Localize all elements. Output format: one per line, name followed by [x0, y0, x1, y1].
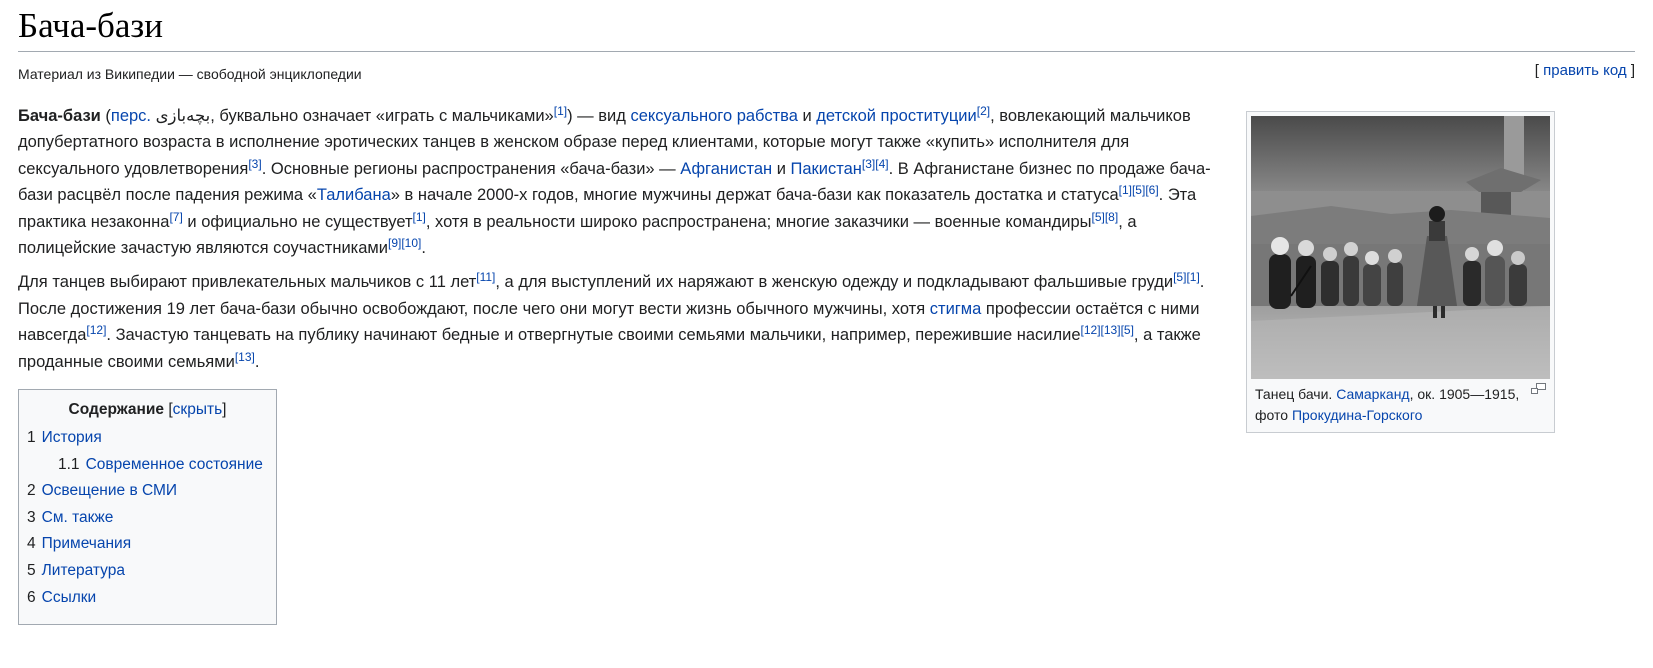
- reference-link[interactable]: [11]: [476, 270, 495, 284]
- reference-link[interactable]: [3]: [248, 157, 261, 171]
- persian-term: بچه‌بازی: [155, 107, 211, 125]
- reference-link[interactable]: [5]: [1092, 210, 1105, 224]
- reference-link[interactable]: [5]: [1173, 270, 1186, 284]
- reference-link[interactable]: [12]: [1081, 323, 1101, 337]
- edit-bracket-close: ]: [1626, 62, 1635, 79]
- reference-link[interactable]: [3]: [862, 157, 875, 171]
- link-prokudin-gorsky[interactable]: Прокудина-Горского: [1292, 407, 1423, 423]
- link-child-prostitution[interactable]: детской проституции: [816, 107, 976, 125]
- site-tagline: Материал из Википедии — свободной энцикл…: [18, 66, 362, 82]
- toc-item[interactable]: 1 История: [27, 425, 268, 452]
- toc-title: Содержание: [68, 401, 165, 418]
- toc-hide-link[interactable]: скрыть: [173, 401, 222, 418]
- edit-bracket-open: [: [1534, 62, 1544, 79]
- reference-link[interactable]: [7]: [169, 210, 182, 224]
- table-of-contents: Содержание [скрыть] 1 История 1.1 Современ…: [18, 389, 277, 625]
- reference-link[interactable]: [2]: [977, 104, 990, 118]
- text-run: Для танцев выбирают привлекательных маль…: [18, 273, 477, 292]
- intro-paragraph: Бача-бази (перс. بچه‌بازی, буквально озн…: [18, 104, 1211, 258]
- toc-bracket: ]: [222, 401, 227, 418]
- reference-link[interactable]: [10]: [401, 236, 421, 250]
- reference-link[interactable]: [5]: [1132, 183, 1145, 197]
- toc-item[interactable]: 4 Примечания: [27, 531, 268, 558]
- article-term: Бача-бази: [18, 107, 101, 125]
- edit-source-section: [ править код ]: [1535, 62, 1635, 80]
- toc-item-number: 1: [27, 429, 36, 446]
- lang-persian-link[interactable]: перс.: [111, 107, 151, 125]
- link-afghanistan[interactable]: Афганистан: [680, 160, 772, 178]
- text-run: , буквально означает «играть с мальчикам…: [210, 107, 554, 125]
- text-run: .: [421, 239, 426, 258]
- text-run: — вид: [577, 107, 631, 125]
- link-stigma[interactable]: стигма: [930, 300, 982, 318]
- toc-item-link[interactable]: Примечания: [42, 535, 132, 552]
- toc-item-link[interactable]: Ссылки: [42, 589, 97, 606]
- reference-link[interactable]: [8]: [1105, 210, 1118, 224]
- page-title: Бача-бази: [18, 6, 163, 45]
- text-run: » в начале 2000-х годов, многие мужчины …: [390, 186, 1119, 205]
- figure-caption: Танец бачи. Самарканд, ок. 1905—1915, фо…: [1251, 379, 1550, 426]
- reference-link[interactable]: [13]: [1101, 323, 1121, 337]
- text-run: .: [254, 352, 260, 371]
- magnify-icon[interactable]: [1531, 383, 1546, 394]
- text-run: , а для выступлений их наряжают в женску…: [495, 273, 1174, 292]
- reference-link[interactable]: [1]: [413, 210, 426, 224]
- figure-thumbnail: Танец бачи. Самарканд, ок. 1905—1915, фо…: [1246, 111, 1555, 433]
- toc-item[interactable]: 3 См. также: [27, 505, 268, 532]
- toc-item-number: 6: [27, 588, 36, 606]
- second-paragraph: Для танцев выбирают привлекательных маль…: [18, 269, 1230, 375]
- toc-item-link[interactable]: Освещение в СМИ: [42, 482, 177, 499]
- reference-link[interactable]: [1]: [1119, 183, 1132, 197]
- text-run: и: [797, 107, 817, 125]
- link-samarkand[interactable]: Самарканд: [1336, 386, 1409, 402]
- link-taliban[interactable]: Талибана: [317, 186, 391, 204]
- toc-item-number: 4: [27, 535, 36, 553]
- reference-link[interactable]: [1]: [554, 104, 567, 118]
- text-run: , хотя в реальности широко распространен…: [425, 212, 1092, 231]
- toc-item[interactable]: 1.1 Современное состояние: [27, 452, 268, 479]
- edit-source-link[interactable]: править код: [1543, 62, 1627, 79]
- reference-link[interactable]: [1]: [1186, 270, 1199, 284]
- photo-image[interactable]: [1251, 116, 1550, 379]
- toc-item-number: 1.1: [58, 455, 80, 473]
- toc-item-link[interactable]: Литература: [42, 562, 125, 579]
- reference-link[interactable]: [5]: [1121, 323, 1134, 337]
- reference-link[interactable]: [4]: [875, 157, 888, 171]
- article-body: Бача-бази (перс. بچه‌بازی, буквально озн…: [18, 103, 1230, 383]
- toc-item[interactable]: 2 Освещение в СМИ: [27, 478, 268, 505]
- toc-item-number: 2: [27, 482, 36, 500]
- link-pakistan[interactable]: Пакистан: [791, 160, 862, 178]
- toc-item-link[interactable]: История: [42, 429, 102, 446]
- text-run: и: [772, 159, 791, 178]
- reference-link[interactable]: [9]: [388, 236, 401, 250]
- toc-item[interactable]: 5 Литература: [27, 558, 268, 585]
- toc-item-link[interactable]: Современное состояние: [86, 456, 263, 473]
- article-page: Бача-бази Материал из Википедии — свобод…: [0, 0, 1653, 668]
- link-sexual-slavery[interactable]: сексуального рабства: [630, 107, 797, 125]
- reference-link[interactable]: [12]: [86, 323, 106, 337]
- toc-list: 1 История 1.1 Современное состояние 2 Освещ…: [27, 425, 268, 611]
- reference-link[interactable]: [6]: [1145, 183, 1158, 197]
- toc-item-link[interactable]: См. также: [42, 509, 114, 526]
- title-divider: [18, 51, 1635, 52]
- text-run: . Зачастую танцевать на публику начинают…: [106, 326, 1081, 345]
- toc-item[interactable]: 6 Ссылки: [27, 585, 268, 612]
- toc-toggle: [скрыть]: [168, 401, 226, 418]
- text-run: . Основные регионы распространения «бача…: [261, 159, 681, 178]
- toc-header: Содержание [скрыть]: [27, 399, 268, 421]
- toc-item-number: 3: [27, 508, 36, 526]
- caption-text: Танец бачи.: [1255, 386, 1337, 402]
- toc-item-number: 5: [27, 561, 36, 579]
- text-run: и официально не существует: [182, 212, 413, 231]
- reference-link[interactable]: [13]: [235, 350, 255, 364]
